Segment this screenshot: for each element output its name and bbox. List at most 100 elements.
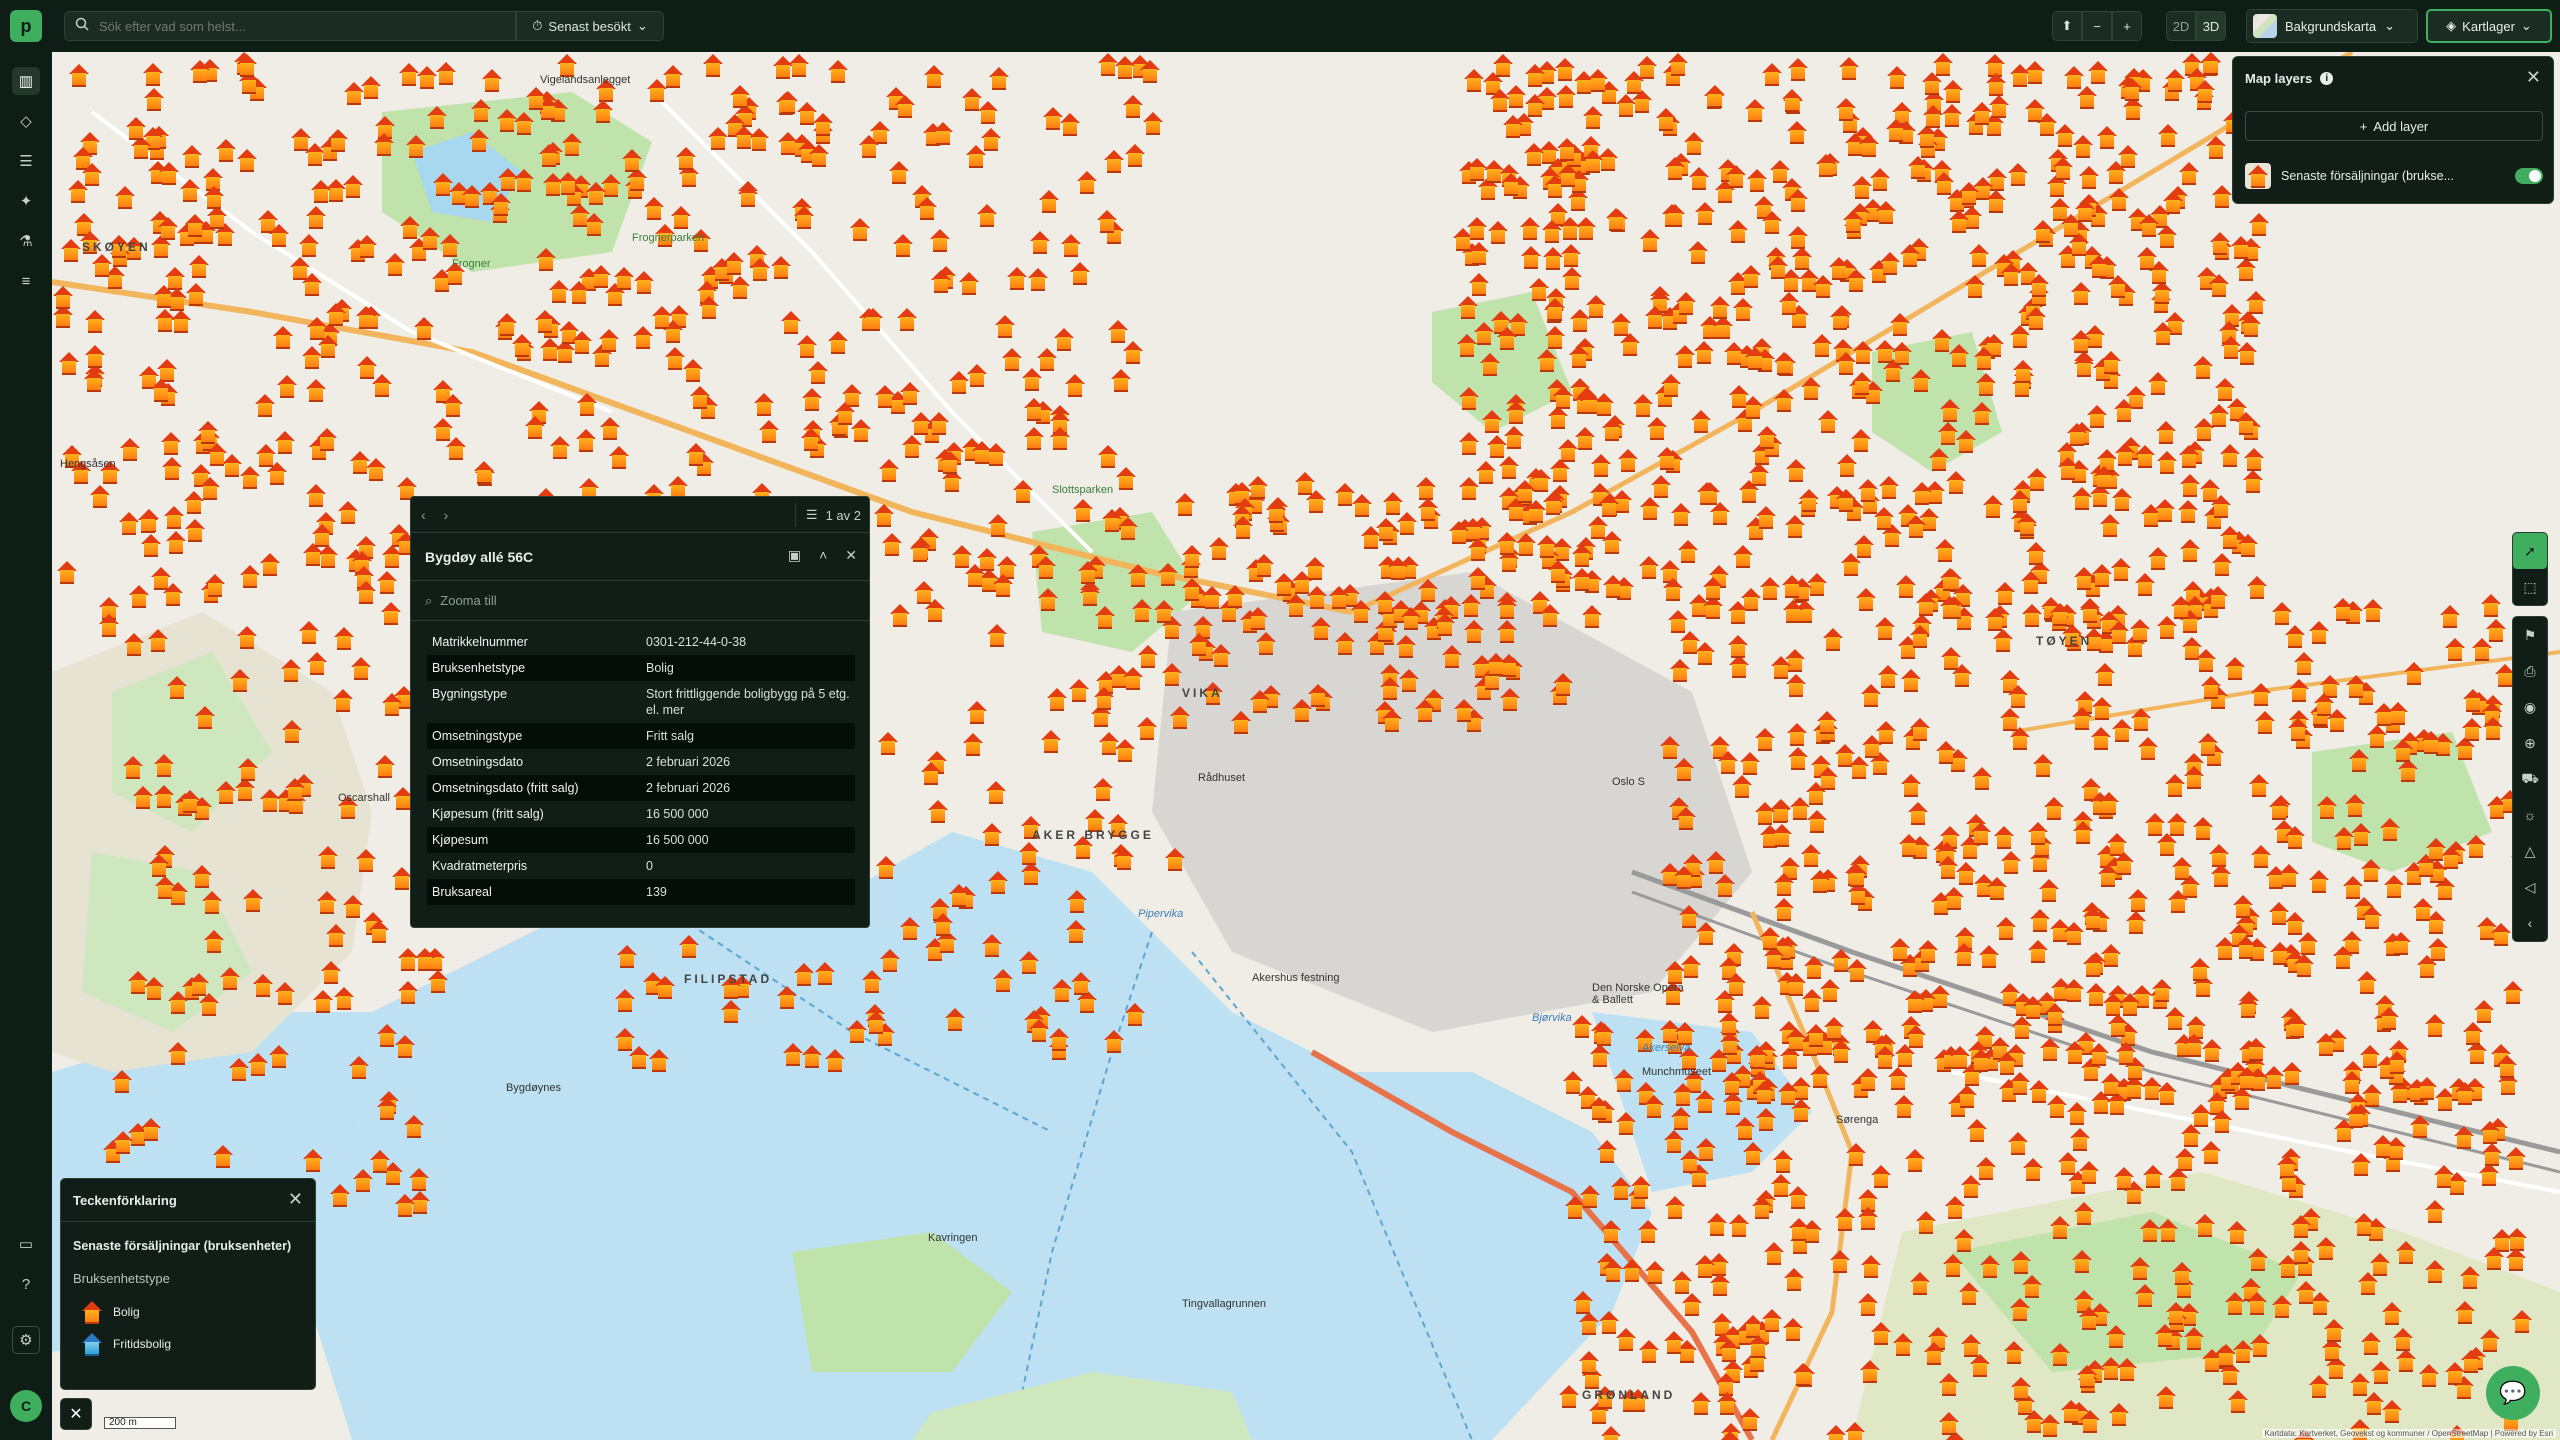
sale-marker[interactable] [981,933,1003,957]
sale-marker[interactable] [1114,56,1136,80]
sale-marker[interactable] [1891,341,1913,365]
sale-marker[interactable] [2025,541,2047,565]
sale-marker[interactable] [2108,1402,2130,1426]
sale-marker[interactable] [2107,1014,2129,1038]
sale-marker[interactable] [2152,322,2174,346]
sale-marker[interactable] [2054,124,2076,148]
sale-marker[interactable] [1719,1431,1741,1440]
sale-marker[interactable] [1838,57,1860,81]
sale-marker[interactable] [274,982,296,1006]
sale-marker[interactable] [2091,564,2113,588]
sale-marker[interactable] [2485,618,2507,642]
sale-marker[interactable] [1201,586,1223,610]
sale-marker[interactable] [355,848,377,872]
sale-marker[interactable] [1982,495,2004,519]
sale-marker[interactable] [2114,442,2136,466]
sale-marker[interactable] [966,701,988,725]
sale-marker[interactable] [2360,858,2382,882]
sale-marker[interactable] [203,186,225,210]
sale-marker[interactable] [199,476,221,500]
sale-marker[interactable] [1496,327,1518,351]
sale-marker[interactable] [237,758,259,782]
sale-marker[interactable] [1334,632,1356,656]
sale-marker[interactable] [1777,1081,1799,1105]
sale-marker[interactable] [1683,132,1705,156]
sale-marker[interactable] [1492,53,1514,77]
sale-marker[interactable] [2138,214,2160,238]
sale-marker[interactable] [89,485,111,509]
sale-marker[interactable] [1955,429,1977,453]
sale-marker[interactable] [2063,66,2085,90]
sale-marker[interactable] [1853,534,1875,558]
sale-marker[interactable] [1879,251,1901,275]
sale-marker[interactable] [2078,1307,2100,1331]
sale-marker[interactable] [2066,423,2088,447]
sale-marker[interactable] [2156,832,2178,856]
sale-marker[interactable] [215,780,237,804]
sale-marker[interactable] [1579,390,1601,414]
sale-marker[interactable] [2100,1073,2122,1097]
sale-marker[interactable] [1174,492,1196,516]
sale-marker[interactable] [2071,1250,2093,1274]
sale-marker[interactable] [2248,773,2270,797]
sale-marker[interactable] [1756,426,1778,450]
sale-marker[interactable] [1006,267,1028,291]
sale-marker[interactable] [2100,351,2122,375]
sale-marker[interactable] [1694,1090,1716,1114]
sale-marker[interactable] [1992,628,2014,652]
sale-marker[interactable] [1751,1195,1773,1219]
chevron-left-icon[interactable]: ‹ [421,507,426,523]
sale-marker[interactable] [2210,494,2232,518]
sale-marker[interactable] [1889,313,1911,337]
sale-marker[interactable] [2502,981,2524,1005]
sale-marker[interactable] [1939,596,1961,620]
sale-marker[interactable] [384,252,406,276]
sale-marker[interactable] [1660,374,1682,398]
sale-marker[interactable] [511,333,533,357]
sale-marker[interactable] [2183,766,2205,790]
sale-marker[interactable] [2250,845,2272,869]
sale-marker[interactable] [1610,1176,1632,1200]
sale-marker[interactable] [1581,605,1603,629]
sale-marker[interactable] [1709,295,1731,319]
sale-marker[interactable] [468,129,490,153]
avatar[interactable]: C [10,1390,42,1422]
sale-marker[interactable] [1948,210,1970,234]
sale-marker[interactable] [2211,1109,2233,1133]
sale-marker[interactable] [1670,1107,1692,1131]
sale-marker[interactable] [958,271,980,295]
sale-marker[interactable] [1644,305,1666,329]
chevron-right-icon[interactable]: › [444,507,449,523]
sale-marker[interactable] [1787,226,1809,250]
sale-marker[interactable] [616,945,638,969]
sale-marker[interactable] [1453,699,1475,723]
sale-marker[interactable] [2424,1259,2446,1283]
sale-marker[interactable] [1690,409,1712,433]
bookmark-icon[interactable]: ⚑ [2513,617,2547,653]
view-2d-button[interactable]: 2D [2166,11,2196,41]
sale-marker[interactable] [316,427,338,451]
sale-marker[interactable] [165,531,187,554]
sale-marker[interactable] [986,624,1008,648]
sale-marker[interactable] [1938,1372,1960,1396]
sale-marker[interactable] [153,754,175,778]
sale-marker[interactable] [1093,686,1115,710]
sale-marker[interactable] [2073,1202,2095,1226]
sale-marker[interactable] [2164,68,2186,92]
sale-marker[interactable] [1943,886,1965,910]
sale-marker[interactable] [1153,599,1175,623]
sale-marker[interactable] [1979,1254,2001,1278]
sale-marker[interactable] [1460,593,1482,617]
sale-marker[interactable] [1027,268,1049,292]
sale-marker[interactable] [1224,585,1246,609]
sale-marker[interactable] [576,393,598,417]
sale-marker[interactable] [1103,1029,1125,1053]
sale-marker[interactable] [788,53,810,77]
sale-marker[interactable] [2390,932,2412,956]
sale-marker[interactable] [1012,480,1034,504]
sale-marker[interactable] [2232,895,2254,919]
sale-marker[interactable] [311,524,333,548]
sale-marker[interactable] [350,657,372,681]
sale-marker[interactable] [2129,1256,2151,1280]
sale-marker[interactable] [2248,212,2270,236]
